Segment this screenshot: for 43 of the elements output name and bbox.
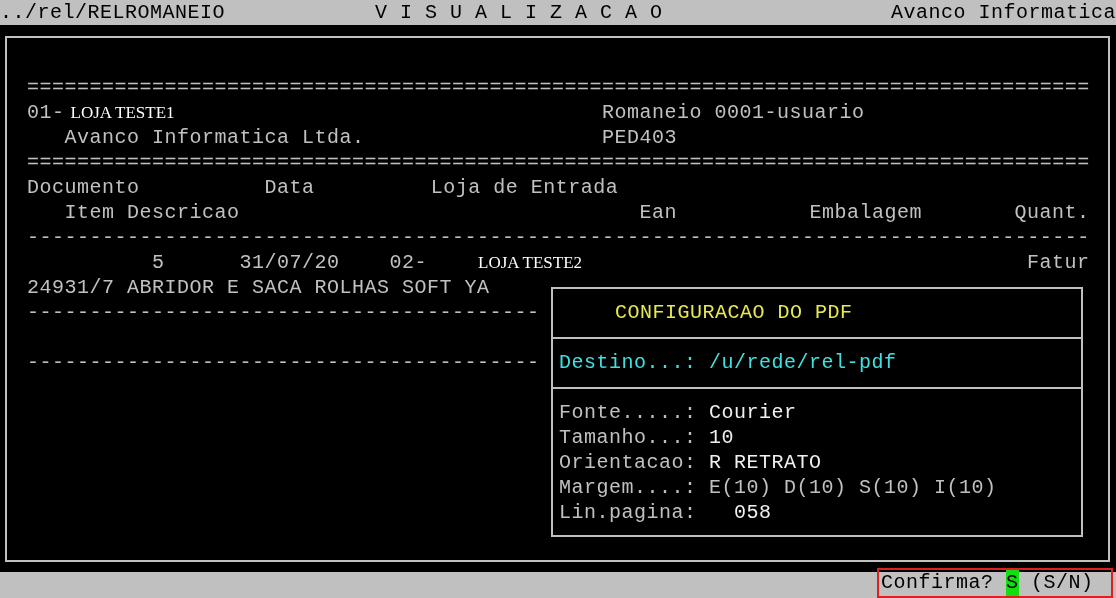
field-label: Margem....: (559, 475, 697, 500)
field-label: Lin.pagina: (559, 500, 697, 525)
company-name: Avanco Informatica Ltda. (64, 125, 365, 150)
field-value[interactable]: 058 (734, 500, 772, 525)
destination-field[interactable]: /u/rede/rel-pdf (709, 348, 897, 378)
document-status: Fatur (1027, 250, 1090, 275)
field-label: Tamanho...: (559, 425, 697, 450)
prompt-label: Confirma? (881, 570, 994, 596)
column-header: Data (264, 175, 315, 200)
confirm-prompt[interactable]: Confirma? S (S/N) (877, 568, 1113, 598)
field-value[interactable]: Courier (709, 400, 797, 425)
field-label: Destino...: (559, 350, 697, 376)
column-header: Embalagem (809, 200, 923, 225)
separator-line: ===================================================================================== (27, 150, 1090, 175)
column-header: Item Descricao (64, 200, 240, 225)
program-code: PED403 (602, 125, 678, 150)
separator-line: ----------------------------------------- (27, 300, 540, 325)
screen-title: V I S U A L I Z A C A O (375, 0, 663, 25)
separator-line: ===================================================================================== (27, 75, 1090, 100)
field-label: Fonte.....: (559, 400, 697, 425)
field-label: Orientacao: (559, 450, 697, 475)
store-name: LOJA TESTE1 (70, 102, 175, 124)
answer-field[interactable]: S (1006, 570, 1019, 596)
column-header: Loja de Entrada (430, 175, 619, 200)
column-header: Documento (27, 175, 140, 200)
field-value[interactable]: 10 (709, 425, 735, 450)
separator-line: ------------------------------------------------------------------------------------- (27, 225, 1090, 250)
column-header: Ean (639, 200, 678, 225)
separator-line: ----------------------------------------- (27, 350, 540, 375)
field-value[interactable]: E(10) D(10) S(10) I(10) (709, 475, 997, 500)
item-description: 24931/7 ABRIDOR E SACA ROLHAS SOFT YA (27, 275, 490, 300)
answer-options: (S/N) (1031, 570, 1094, 596)
store-code: 02- (389, 250, 428, 275)
document-number: 5 (152, 250, 165, 275)
store-name: LOJA TESTE2 (478, 252, 583, 274)
store-code: 01- (27, 100, 65, 125)
dialog-title: CONFIGURACAO DO PDF (615, 300, 853, 326)
program-path: ../rel/RELROMANEIO (0, 0, 226, 25)
document-date: 31/07/20 (239, 250, 340, 275)
column-header: Quant. (1014, 200, 1090, 225)
field-value[interactable]: R RETRATO (709, 450, 822, 475)
company-name: Avanco Informatica (890, 0, 1116, 25)
romaneio-number: Romaneio 0001-usuario (602, 100, 865, 125)
